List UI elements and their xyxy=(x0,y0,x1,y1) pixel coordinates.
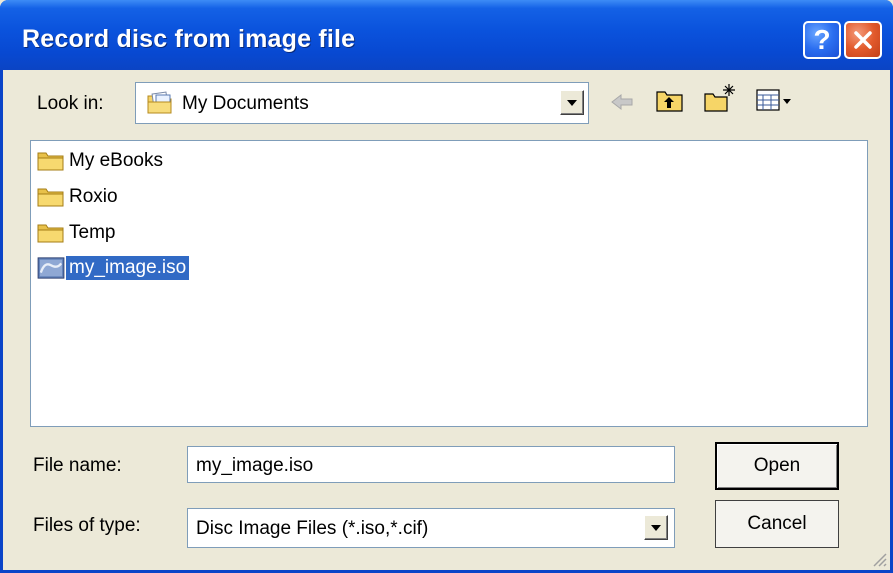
dialog-window: Record disc from image file ? Look in: M… xyxy=(0,0,893,573)
title-bar[interactable]: Record disc from image file ? xyxy=(0,0,893,70)
folder-icon xyxy=(37,152,64,171)
back-arrow-icon[interactable] xyxy=(609,92,635,112)
file-name-input[interactable]: my_image.iso xyxy=(187,446,675,483)
help-icon: ? xyxy=(813,24,831,55)
files-of-type-dropdown-button[interactable] xyxy=(644,515,668,540)
file-name-label: my_image.iso xyxy=(66,256,190,280)
list-item-roxio[interactable]: Roxio xyxy=(36,183,121,211)
file-name-label: File name: xyxy=(33,455,122,476)
file-list[interactable]: My eBooks Roxio Temp my_image.iso xyxy=(30,140,868,427)
file-name-value: my_image.iso xyxy=(196,455,314,476)
look-in-label: Look in: xyxy=(37,93,104,114)
resize-grip-icon[interactable] xyxy=(870,550,888,568)
files-of-type-label: Files of type: xyxy=(33,515,141,536)
list-item-my-image-iso[interactable]: my_image.iso xyxy=(36,254,190,282)
close-icon xyxy=(854,31,872,49)
file-name-label: Roxio xyxy=(69,186,118,207)
close-button[interactable] xyxy=(844,21,882,59)
file-name-label: My eBooks xyxy=(69,150,163,171)
look-in-value: My Documents xyxy=(182,93,309,114)
open-button[interactable]: Open xyxy=(715,442,839,490)
dialog-title: Record disc from image file xyxy=(22,25,356,53)
folder-icon xyxy=(37,188,64,207)
cancel-button[interactable]: Cancel xyxy=(715,500,839,548)
help-button[interactable]: ? xyxy=(803,21,841,59)
up-one-level-icon[interactable] xyxy=(655,86,685,114)
look-in-dropdown-button[interactable] xyxy=(560,90,584,115)
create-new-folder-icon[interactable] xyxy=(703,82,737,114)
folder-icon xyxy=(37,224,64,243)
list-item-my-ebooks[interactable]: My eBooks xyxy=(36,147,166,175)
my-documents-folder-icon xyxy=(147,91,172,114)
look-in-dropdown[interactable]: My Documents xyxy=(135,82,589,124)
disc-image-file-icon xyxy=(37,257,65,279)
files-of-type-dropdown[interactable]: Disc Image Files (*.iso,*.cif) xyxy=(187,508,675,548)
file-name-label: Temp xyxy=(69,222,116,243)
files-of-type-value: Disc Image Files (*.iso,*.cif) xyxy=(196,518,429,539)
list-item-temp[interactable]: Temp xyxy=(36,219,118,247)
view-menu-icon[interactable] xyxy=(755,88,793,114)
